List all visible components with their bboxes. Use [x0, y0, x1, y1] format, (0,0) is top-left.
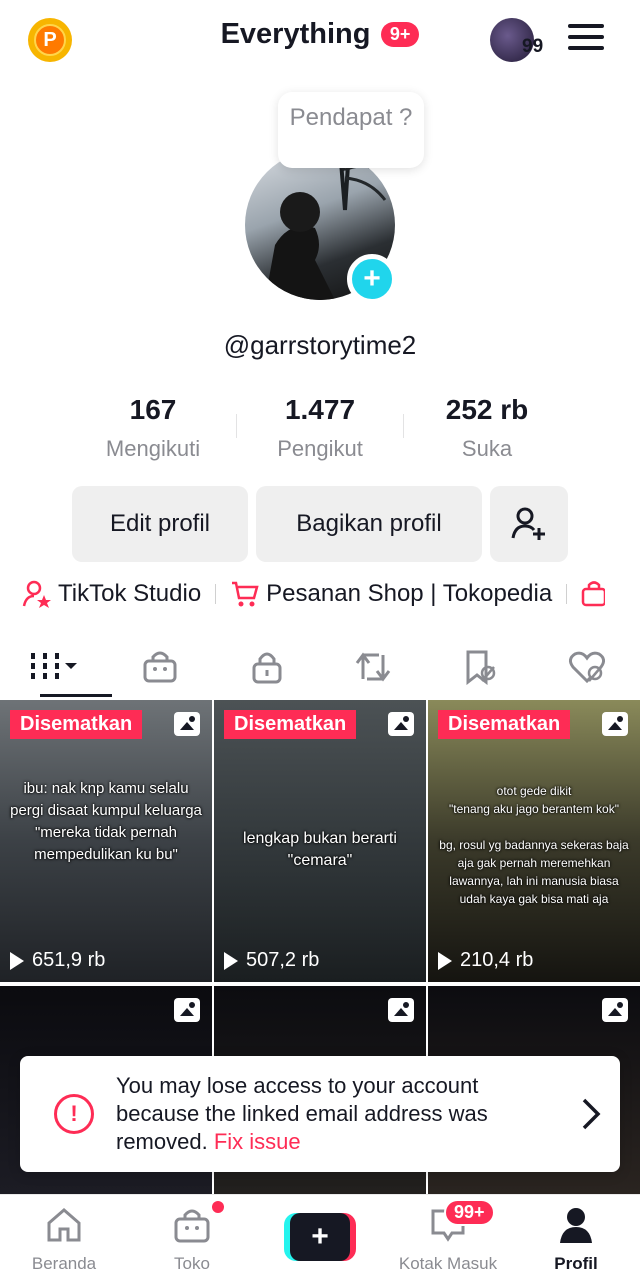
stat-value: 252 rb — [445, 394, 529, 425]
edit-profile-button[interactable]: Edit profil — [72, 486, 248, 562]
profile-avatar-wrap: + — [245, 150, 397, 304]
pinned-badge: Disematkan — [224, 710, 357, 739]
photo-icon — [174, 712, 200, 736]
home-icon — [47, 1208, 81, 1242]
toast-text: You may lose access to your account beca… — [116, 1073, 488, 1154]
view-count-text: 507,2 rb — [246, 949, 320, 971]
profile-stats: 167 Mengikuti 1.477 Pengikut 252 rb Suka — [70, 392, 570, 472]
tab-videos[interactable] — [0, 636, 107, 698]
add-friend-button[interactable] — [490, 486, 568, 562]
video-caption: ibu: nak knp kamu selalu pergi disaat ku… — [10, 780, 202, 863]
liked-hidden-icon — [568, 651, 605, 684]
quick-links: TikTok Studio Pesanan Shop | Tokopedia — [0, 574, 640, 614]
tab-shop[interactable] — [107, 636, 214, 698]
add-story-button[interactable]: + — [347, 254, 397, 304]
nav-create[interactable]: + — [256, 1195, 384, 1280]
shop-icon — [174, 1209, 210, 1243]
nav-label: Kotak Masuk — [398, 1254, 498, 1273]
photo-icon — [388, 712, 414, 736]
account-switcher[interactable]: Everything 9+ — [0, 18, 640, 51]
cart-icon — [232, 581, 259, 607]
stat-value: 1.477 — [284, 394, 356, 425]
photo-icon — [174, 998, 200, 1022]
link-label: TikTok Studio — [58, 580, 202, 607]
top-avatar-count: 99 — [522, 36, 544, 57]
link-tiktok-studio[interactable]: TikTok Studio — [22, 578, 201, 610]
video-caption: lengkap bukan berarti "cemara" — [243, 830, 397, 869]
nav-inbox[interactable]: 99+ Kotak Masuk — [384, 1195, 512, 1280]
username: @garrstorytime2 — [223, 330, 417, 360]
nav-profile[interactable]: Profil — [512, 1195, 640, 1280]
divider — [215, 584, 217, 604]
tab-private[interactable] — [213, 636, 320, 698]
link-label: Pesanan Shop | Tokopedia — [266, 580, 553, 607]
stat-followers[interactable]: 1.477 Pengikut — [237, 392, 403, 472]
bag-icon — [581, 581, 606, 607]
video-caption: otot gede dikit "tenang aku jago berante… — [439, 784, 629, 906]
nav-label: Toko — [174, 1254, 210, 1273]
link-shop-orders[interactable]: Pesanan Shop | Tokopedia — [230, 579, 552, 609]
stat-following[interactable]: 167 Mengikuti — [70, 392, 236, 472]
account-name: Everything — [220, 18, 371, 50]
video-tile[interactable]: Disematkan otot gede dikit "tenang aku j… — [428, 700, 640, 982]
person-star-icon — [22, 580, 51, 608]
account-warning-toast[interactable]: ! You may lose access to your account be… — [20, 1056, 620, 1172]
pinned-badge: Disematkan — [10, 710, 143, 739]
nav-label: Beranda — [31, 1254, 97, 1273]
photo-icon — [602, 998, 628, 1022]
play-icon — [438, 951, 452, 970]
note-bubble[interactable]: Pendapat ? — [278, 92, 424, 168]
view-count-text: 210,4 rb — [460, 949, 534, 971]
tab-liked[interactable] — [533, 636, 640, 698]
video-tile[interactable]: Disematkan ibu: nak knp kamu selalu perg… — [0, 700, 212, 982]
view-count: 507,2 rb — [224, 949, 319, 972]
videos-grid-icon — [31, 653, 78, 681]
bottom-nav: Beranda Toko + 99+ Kotak Masuk Profil — [0, 1194, 640, 1280]
stat-value: 167 — [129, 394, 177, 425]
nav-label: Profil — [554, 1254, 598, 1273]
video-tile[interactable]: Disematkan lengkap bukan berarti "cemara… — [214, 700, 426, 982]
view-count: 651,9 rb — [10, 949, 105, 972]
add-person-icon — [511, 507, 545, 540]
nav-home[interactable]: Beranda — [0, 1195, 128, 1280]
favorites-icon — [466, 650, 496, 685]
share-profile-button[interactable]: Bagikan profil — [256, 486, 482, 562]
fix-issue-link[interactable]: Fix issue — [214, 1129, 301, 1154]
active-tab-indicator — [40, 694, 112, 697]
tab-reposts[interactable] — [320, 636, 427, 698]
warning-icon: ! — [54, 1094, 94, 1134]
nav-shop[interactable]: Toko — [128, 1195, 256, 1280]
stat-label: Pengikut — [277, 436, 363, 461]
photo-icon — [388, 998, 414, 1022]
create-button[interactable]: + — [284, 1213, 356, 1261]
link-more[interactable] — [581, 579, 606, 609]
repost-icon — [356, 652, 391, 682]
plus-icon: + — [290, 1213, 350, 1261]
notification-dot — [212, 1201, 224, 1213]
view-count-text: 651,9 rb — [32, 949, 106, 971]
profile-icon — [560, 1208, 592, 1243]
tab-favorites[interactable] — [427, 636, 534, 698]
stat-likes[interactable]: 252 rb Suka — [404, 392, 570, 472]
pinned-badge: Disematkan — [438, 710, 571, 739]
stat-label: Suka — [461, 436, 513, 461]
stat-label: Mengikuti — [105, 436, 201, 461]
view-count: 210,4 rb — [438, 949, 533, 972]
top-bar: P Everything 9+ 99 — [0, 0, 640, 80]
divider — [566, 584, 568, 604]
lock-icon — [252, 652, 282, 684]
content-tabs — [0, 636, 640, 698]
play-icon — [224, 951, 238, 970]
shop-bag-icon — [143, 651, 177, 683]
account-badge: 9+ — [380, 22, 420, 47]
inbox-badge: 99+ — [444, 1199, 495, 1226]
hamburger-menu-icon[interactable] — [568, 24, 604, 54]
toast-message: You may lose access to your account beca… — [116, 1072, 540, 1156]
play-icon — [10, 951, 24, 970]
chevron-right-icon[interactable] — [580, 1096, 602, 1132]
photo-icon — [602, 712, 628, 736]
